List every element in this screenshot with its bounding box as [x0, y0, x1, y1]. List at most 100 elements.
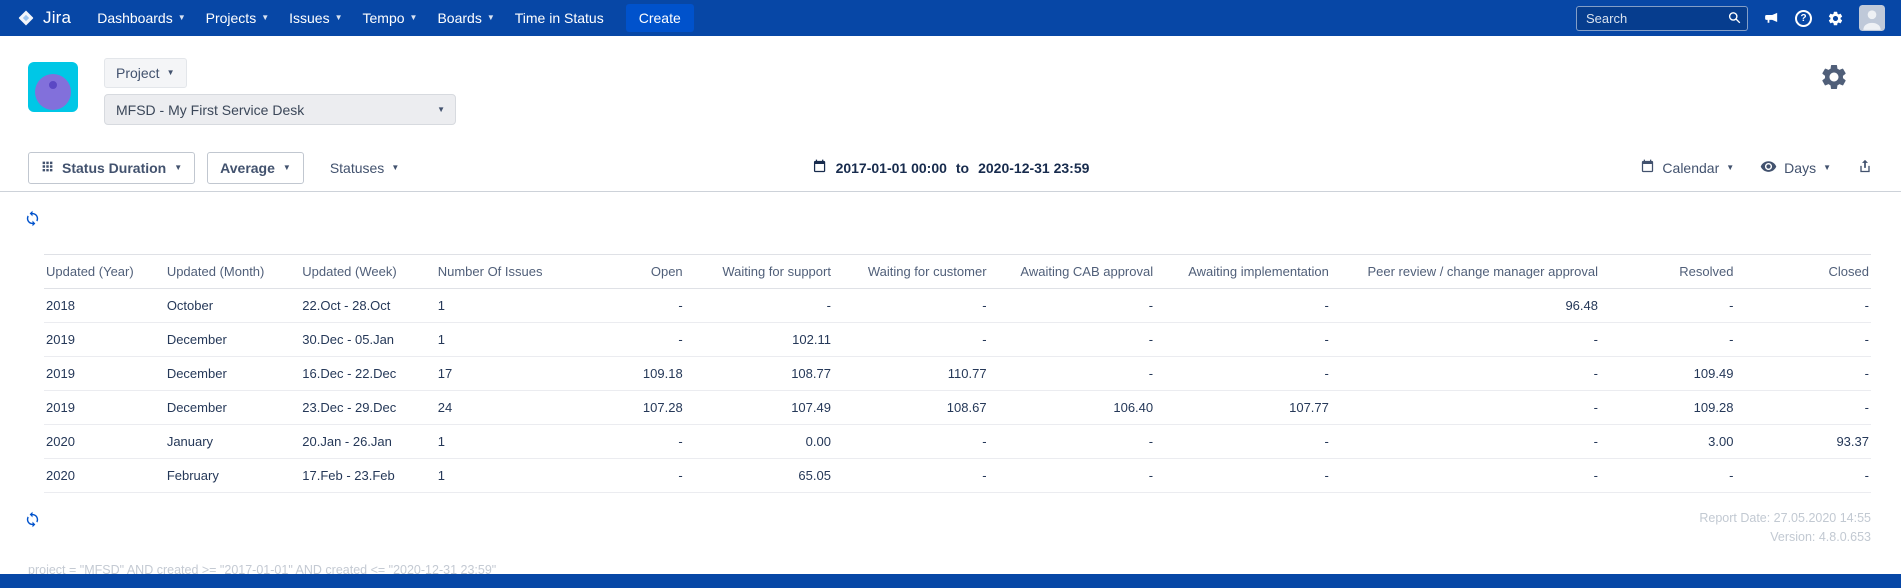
table-row: 2019 December 23.Dec - 29.Dec 24 107.28 107.4… [44, 390, 1871, 425]
scope-selector[interactable]: Project ▼ [104, 58, 187, 88]
nav-item-projects[interactable]: Projects ▼ [196, 0, 280, 36]
nav-item-issues[interactable]: Issues ▼ [279, 0, 352, 36]
create-button[interactable]: Create [625, 4, 694, 32]
column-header: Open [569, 254, 685, 289]
search-icon[interactable] [1727, 10, 1742, 30]
column-header: Updated (Year) [44, 254, 165, 289]
nav-label: Boards [437, 10, 482, 26]
table-cell: 102.11 [684, 322, 833, 357]
table-cell: October [164, 288, 301, 323]
table-cell: 2020 [44, 458, 165, 493]
export-button[interactable] [1857, 158, 1873, 178]
report-meta: Report Date: 27.05.2020 14:55 Version: 4… [1699, 509, 1871, 548]
table-cell: January [164, 424, 301, 459]
table-cell: 93.37 [1735, 424, 1871, 459]
table-cell: 0.00 [684, 424, 833, 459]
table-cell: - [569, 458, 685, 493]
table-cell: 109.49 [1599, 356, 1736, 391]
table-cell: - [988, 322, 1156, 357]
table-cell: 65.05 [684, 458, 833, 493]
chevron-down-icon: ▼ [174, 162, 183, 172]
table-cell: - [832, 288, 989, 323]
calendar-mode-label: Calendar [1662, 159, 1720, 176]
refresh-icon[interactable] [24, 511, 41, 528]
table-cell: - [1155, 288, 1331, 323]
report-type-button[interactable]: Status Duration ▼ [28, 151, 196, 184]
table-cell: 2019 [44, 322, 165, 357]
date-range[interactable]: 2017-01-01 00:00 to 2020-12-31 23:59 [812, 159, 1090, 177]
table-cell: 109.28 [1599, 390, 1736, 425]
table-cell: 17.Feb - 23.Feb [300, 458, 436, 493]
report-date: Report Date: 27.05.2020 14:55 [1699, 511, 1871, 525]
table-cell: 3.00 [1599, 424, 1736, 459]
jira-brand[interactable]: Jira [16, 8, 71, 28]
report-area: Updated (Year) Updated (Month) Updated (We… [0, 192, 1901, 577]
refresh-icon[interactable] [24, 210, 41, 227]
table-cell: - [832, 322, 989, 357]
table-cell: 20.Jan - 26.Jan [300, 424, 436, 459]
column-header: Closed [1735, 254, 1871, 289]
chevron-down-icon: ▼ [391, 162, 400, 172]
table-cell: - [1735, 356, 1871, 391]
table-cell: 108.77 [684, 356, 833, 391]
search-input[interactable] [1576, 5, 1748, 31]
unit-label: Days [1784, 159, 1817, 176]
table-cell: 110.77 [832, 356, 989, 391]
settings-gear-icon[interactable] [1827, 10, 1844, 27]
main-nav: Dashboards ▼ Projects ▼ Issues ▼ Tempo ▼ Boa… [87, 0, 614, 36]
nav-label: Dashboards [97, 10, 173, 26]
report-version: Version: 4.8.0.653 [1770, 530, 1871, 545]
nav-item-time-in-status[interactable]: Time in Status [505, 0, 614, 36]
table-row: 2020 February 17.Feb - 23.Feb 1-65.05- - - - - - [44, 458, 1871, 493]
calendar-mode-dropdown[interactable]: Calendar ▼ [1640, 159, 1734, 177]
table-cell: - [1735, 288, 1871, 323]
statuses-dropdown[interactable]: Statuses ▼ [330, 160, 399, 176]
table-cell: - [569, 424, 685, 459]
project-avatar-eye [49, 81, 57, 89]
jira-logo-icon [16, 8, 36, 28]
date-from: 2017-01-01 00:00 [835, 159, 947, 176]
column-header: Awaiting implementation [1155, 254, 1331, 289]
eye-icon [1760, 158, 1777, 178]
table-cell: 109.18 [569, 356, 685, 391]
report-settings-gear-icon[interactable] [1819, 62, 1849, 97]
table-row: 2019 December 30.Dec - 05.Jan 1-102.11- - - - -… [44, 322, 1871, 357]
help-icon[interactable]: ? [1795, 9, 1812, 27]
date-to-word: to [955, 159, 970, 176]
table-cell: 2019 [44, 356, 165, 391]
table-header-row: Updated (Year) Updated (Month) Updated (We… [44, 254, 1871, 289]
project-avatar-figure [35, 74, 71, 110]
search-box [1576, 5, 1748, 31]
table-cell: 107.28 [569, 390, 685, 425]
table-cell: December [164, 356, 301, 391]
grid-icon [41, 160, 54, 176]
column-header: Awaiting CAB approval [988, 254, 1156, 289]
chevron-down-icon: ▼ [409, 13, 418, 22]
table-cell: - [1155, 322, 1331, 357]
nav-item-dashboards[interactable]: Dashboards ▼ [87, 0, 195, 36]
table-cell: - [988, 458, 1156, 493]
table-cell: - [1735, 390, 1871, 425]
table-cell: - [988, 424, 1156, 459]
nav-item-boards[interactable]: Boards ▼ [427, 0, 504, 36]
table-cell: - [1330, 458, 1600, 493]
announcement-icon[interactable] [1763, 10, 1780, 27]
table-cell: 2018 [44, 288, 165, 323]
nav-item-tempo[interactable]: Tempo ▼ [353, 0, 428, 36]
table-cell: December [164, 390, 301, 425]
unit-dropdown[interactable]: Days ▼ [1760, 158, 1831, 178]
date-to: 2020-12-31 23:59 [978, 159, 1090, 176]
chevron-down-icon: ▼ [177, 13, 186, 22]
nav-label: Tempo [362, 10, 405, 26]
user-avatar[interactable] [1859, 5, 1885, 31]
table-cell: - [988, 356, 1156, 391]
table-cell: - [1330, 322, 1600, 357]
nav-label: Time in Status [514, 10, 604, 26]
table-cell: - [1599, 322, 1736, 357]
aggregation-label: Average [220, 159, 275, 176]
table-cell: 17 [435, 356, 570, 391]
top-navbar: Jira Dashboards ▼ Projects ▼ Issues ▼ Tempo… [0, 0, 1901, 36]
project-select[interactable]: MFSD - My First Service Desk ▼ [104, 94, 456, 125]
table-cell: - [1330, 390, 1600, 425]
aggregation-button[interactable]: Average ▼ [207, 151, 304, 184]
